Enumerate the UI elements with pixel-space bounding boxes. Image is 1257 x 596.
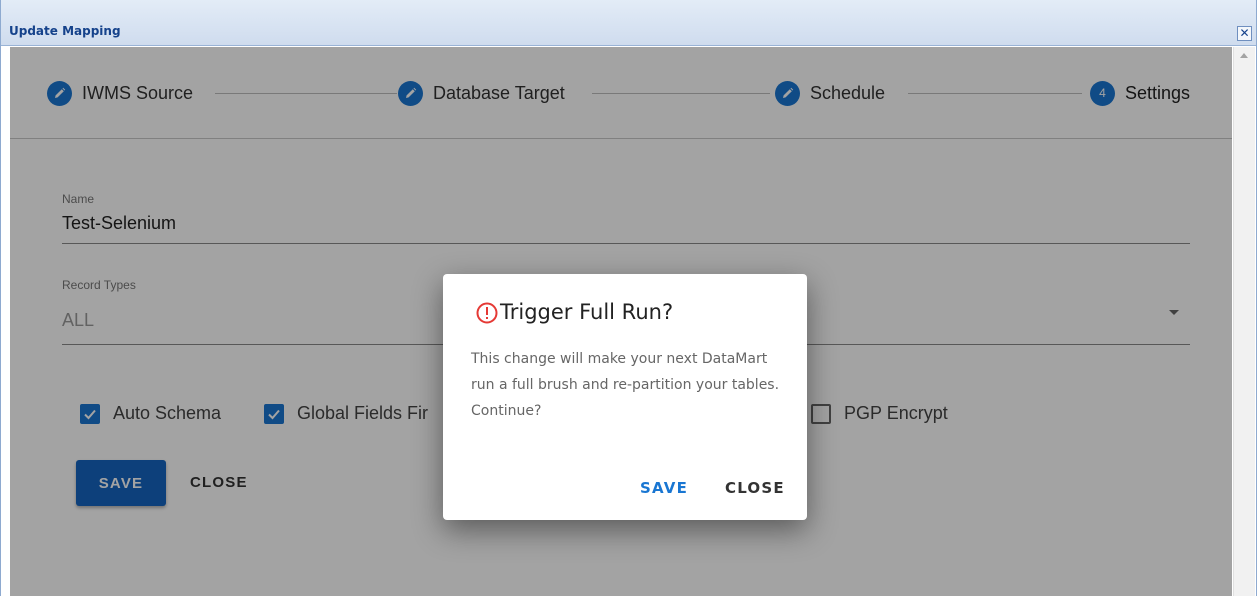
scroll-up-icon[interactable]	[1240, 53, 1248, 58]
vertical-scrollbar[interactable]	[1233, 47, 1255, 596]
window-titlebar: Update Mapping ✕	[1, 0, 1256, 46]
dialog-close-button[interactable]: CLOSE	[725, 479, 785, 497]
dialog-title: Trigger Full Run?	[500, 300, 674, 324]
dialog-save-button[interactable]: SAVE	[640, 479, 688, 497]
window-title: Update Mapping	[9, 24, 121, 38]
dialog-message: This change will make your next DataMart…	[471, 351, 780, 419]
warning-icon	[476, 302, 498, 324]
window-close-button[interactable]: ✕	[1237, 26, 1252, 41]
trigger-full-run-dialog: Trigger Full Run? This change will make …	[443, 274, 807, 520]
update-mapping-window: Update Mapping ✕ IWMS Source Database Ta…	[0, 0, 1257, 596]
